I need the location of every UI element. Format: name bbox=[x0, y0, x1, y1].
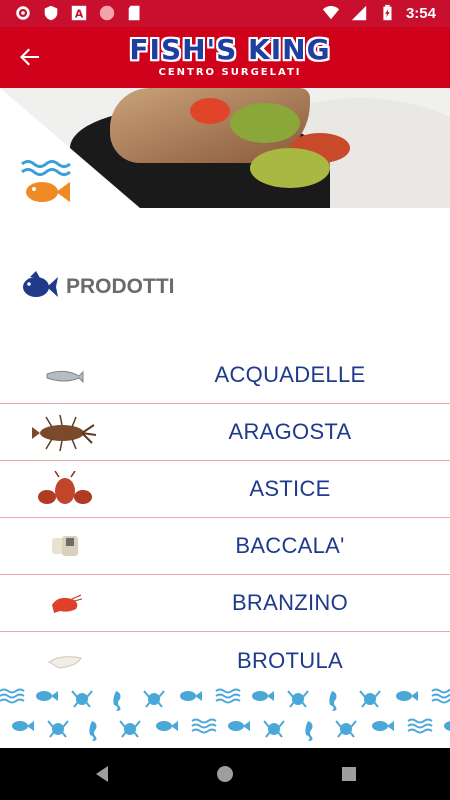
product-name: BRANZINO bbox=[231, 590, 349, 615]
product-row-astice[interactable]: ASTICE bbox=[0, 461, 450, 518]
product-name: ASTICE bbox=[249, 476, 331, 501]
battery-charging-icon bbox=[383, 4, 392, 21]
circle-icon bbox=[99, 5, 115, 21]
home-circle-icon[interactable] bbox=[213, 762, 237, 786]
status-icons-left: A bbox=[14, 4, 144, 22]
product-name: BACCALA' bbox=[235, 533, 345, 558]
sea-pattern bbox=[0, 683, 450, 747]
red-lobster-icon bbox=[30, 467, 100, 512]
fish-icon bbox=[23, 271, 58, 297]
cod-fillet-icon bbox=[30, 524, 100, 569]
arrow-left-icon bbox=[20, 48, 39, 66]
small-fish-icon bbox=[30, 353, 100, 398]
svg-text:A: A bbox=[75, 8, 84, 21]
sd-card-icon bbox=[128, 5, 140, 21]
app-bar: FISH'S KING CENTRO SURGELATI bbox=[0, 27, 450, 88]
product-row-baccala[interactable]: BACCALA' bbox=[0, 518, 450, 575]
logo-title: FISH'S KING bbox=[129, 33, 331, 66]
back-triangle-icon[interactable] bbox=[90, 762, 114, 786]
product-row-brotula[interactable]: BROTULA bbox=[0, 632, 450, 689]
product-list: ACQUADELLE ARAGOSTA ASTICE BACCALA' BRAN… bbox=[0, 347, 450, 689]
product-name: ACQUADELLE bbox=[214, 362, 366, 387]
app-logo: FISH'S KING CENTRO SURGELATI bbox=[120, 35, 340, 83]
hero-olives bbox=[250, 148, 330, 188]
shield-icon bbox=[44, 5, 58, 21]
a-box-icon: A bbox=[71, 5, 87, 21]
wifi-icon bbox=[322, 6, 340, 20]
hero-tomato bbox=[190, 98, 230, 124]
section-title: PRODOTTI bbox=[66, 275, 175, 298]
navigation-bar bbox=[0, 748, 450, 800]
status-bar: A 3:54 bbox=[0, 0, 450, 27]
product-name: BROTULA bbox=[236, 647, 343, 673]
recents-square-icon[interactable] bbox=[337, 762, 361, 786]
hero-greens bbox=[230, 103, 300, 143]
back-button[interactable] bbox=[12, 39, 48, 75]
shrimp-icon bbox=[30, 581, 100, 626]
fish-waves-badge-icon bbox=[21, 160, 71, 202]
clock: 3:54 bbox=[405, 4, 436, 22]
logo-subtitle: CENTRO SURGELATI bbox=[158, 67, 302, 78]
gear-icon bbox=[16, 6, 30, 20]
product-row-branzino[interactable]: BRANZINO bbox=[0, 575, 450, 632]
lobster-icon bbox=[30, 410, 100, 455]
hero-image bbox=[0, 88, 450, 208]
sea-creatures-pattern-icon bbox=[0, 688, 450, 741]
status-icons-right: 3:54 bbox=[322, 4, 436, 22]
product-row-aragosta[interactable]: ARAGOSTA bbox=[0, 404, 450, 461]
signal-icon bbox=[351, 5, 367, 21]
section-heading: PRODOTTI bbox=[22, 270, 175, 304]
fillet-icon bbox=[30, 638, 100, 683]
product-name: ARAGOSTA bbox=[228, 419, 352, 444]
product-row-acquadelle[interactable]: ACQUADELLE bbox=[0, 347, 450, 404]
